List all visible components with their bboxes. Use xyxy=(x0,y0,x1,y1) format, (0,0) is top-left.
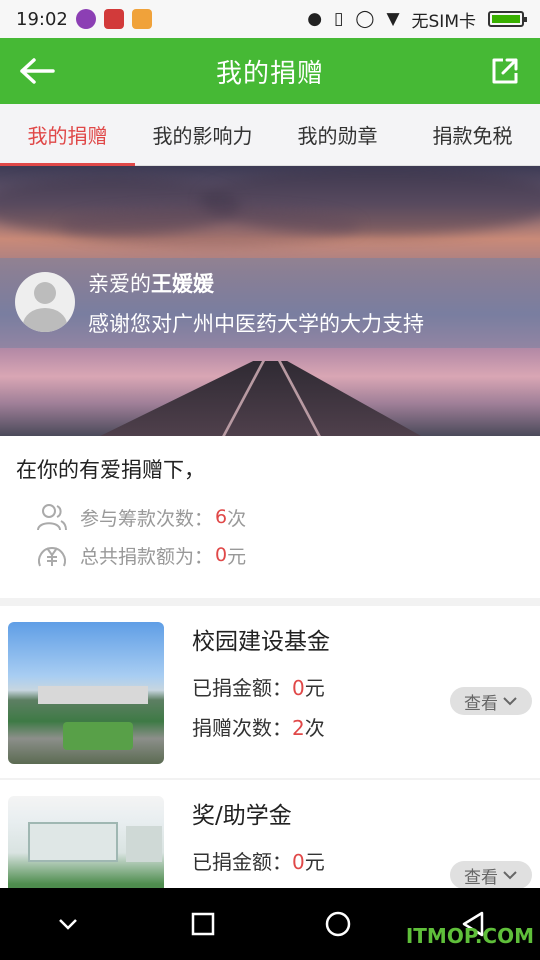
times-label: 捐赠次数： xyxy=(192,716,292,740)
count-value: 6 xyxy=(215,506,228,528)
alarm-icon: ◯ xyxy=(355,9,375,29)
amount-unit: 元 xyxy=(304,850,325,874)
view-label: 查看 xyxy=(464,867,498,888)
amount-label: 已捐金额： xyxy=(192,676,292,700)
nav-recents-button[interactable] xyxy=(183,904,223,944)
amount-unit: 元 xyxy=(304,676,325,700)
railway-image xyxy=(90,361,430,436)
yuan-icon xyxy=(38,547,66,567)
welcome-panel: 亲爱的王媛媛 感谢您对广州中医药大学的大力支持 xyxy=(0,258,540,348)
amount-value: 0 xyxy=(292,850,305,874)
wifi-icon: ▼ xyxy=(386,9,400,29)
total-label: 总共捐款额为： xyxy=(80,545,214,568)
fund-image xyxy=(8,622,164,764)
fund-card[interactable]: 校园建设基金 已捐金额：0元 捐赠次数：2次 查看 xyxy=(0,606,540,778)
system-nav-bar: ITMOP.COM xyxy=(0,888,540,960)
donation-count-stat: 参与筹款次数： 6 次 xyxy=(36,502,246,532)
people-icon xyxy=(37,504,67,531)
amount-value: 0 xyxy=(292,676,305,700)
count-unit: 次 xyxy=(227,507,247,530)
thanks-message: 感谢您对广州中医药大学的大力支持 xyxy=(88,312,424,336)
chevron-down-icon xyxy=(503,871,517,880)
status-time: 19:02 xyxy=(16,8,68,30)
watermark: ITMOP.COM xyxy=(405,924,534,948)
fund-amount-row: 已捐金额：0元 xyxy=(192,672,325,701)
welcome-banner: 亲爱的王媛媛 感谢您对广州中医药大学的大力支持 xyxy=(0,166,540,436)
fund-name: 奖/助学金 xyxy=(192,803,292,829)
sim-status: 无SIM卡 xyxy=(411,11,476,32)
battery-icon xyxy=(488,11,527,27)
status-bar: 19:02 ● ▯ ◯ ▼ 无SIM卡 xyxy=(0,0,540,38)
greeting-prefix: 亲爱的 xyxy=(88,272,151,296)
donation-total-stat: 总共捐款额为： 0 元 xyxy=(36,540,246,570)
tab-bar: 我的捐赠 我的影响力 我的勋章 捐款免税 xyxy=(0,104,540,166)
nav-collapse-button[interactable] xyxy=(48,904,88,944)
tab-my-medals[interactable]: 我的勋章 xyxy=(270,104,405,165)
chevron-down-icon xyxy=(503,697,517,706)
circle-icon xyxy=(325,911,350,937)
view-label: 查看 xyxy=(464,693,498,714)
avatar[interactable] xyxy=(15,272,75,332)
total-unit: 元 xyxy=(227,545,247,568)
fund-card[interactable]: 奖/助学金 已捐金额：0元 查看 xyxy=(0,780,540,888)
app-notification-icon xyxy=(75,9,96,29)
view-button[interactable]: 查看 xyxy=(450,861,532,888)
app-notification-icon xyxy=(131,9,152,29)
fund-amount-row: 已捐金额：0元 xyxy=(192,846,325,875)
app-header: 我的捐赠 xyxy=(0,38,540,104)
count-label: 参与筹款次数： xyxy=(80,507,214,530)
vibrate-icon: ▯ xyxy=(334,9,344,29)
square-icon xyxy=(191,912,214,936)
amount-label: 已捐金额： xyxy=(192,850,292,874)
summary-heading: 在你的有爱捐赠下， xyxy=(16,458,205,482)
chevron-down-icon xyxy=(58,919,77,930)
location-icon: ● xyxy=(307,9,323,29)
user-name: 王媛媛 xyxy=(151,272,214,296)
nav-home-button[interactable] xyxy=(318,904,358,944)
tab-tax-exemption[interactable]: 捐款免税 xyxy=(405,104,540,165)
total-value: 0 xyxy=(215,544,228,566)
fund-times-row: 捐赠次数：2次 xyxy=(192,712,325,741)
view-button[interactable]: 查看 xyxy=(450,687,532,715)
times-unit: 次 xyxy=(304,716,325,740)
usb-icon xyxy=(103,9,124,29)
tab-my-influence[interactable]: 我的影响力 xyxy=(135,104,270,165)
share-icon[interactable] xyxy=(490,56,520,86)
back-arrow-icon[interactable] xyxy=(18,56,56,86)
page-title: 我的捐赠 xyxy=(215,58,324,89)
fund-image xyxy=(8,796,164,888)
times-value: 2 xyxy=(292,716,305,740)
fund-name: 校园建设基金 xyxy=(192,629,330,655)
donation-summary: 在你的有爱捐赠下， 参与筹款次数： 6 次 总共捐款额为： 0 元 xyxy=(0,436,540,598)
tab-my-donations[interactable]: 我的捐赠 xyxy=(0,104,135,166)
greeting-line: 亲爱的王媛媛 xyxy=(88,268,214,298)
